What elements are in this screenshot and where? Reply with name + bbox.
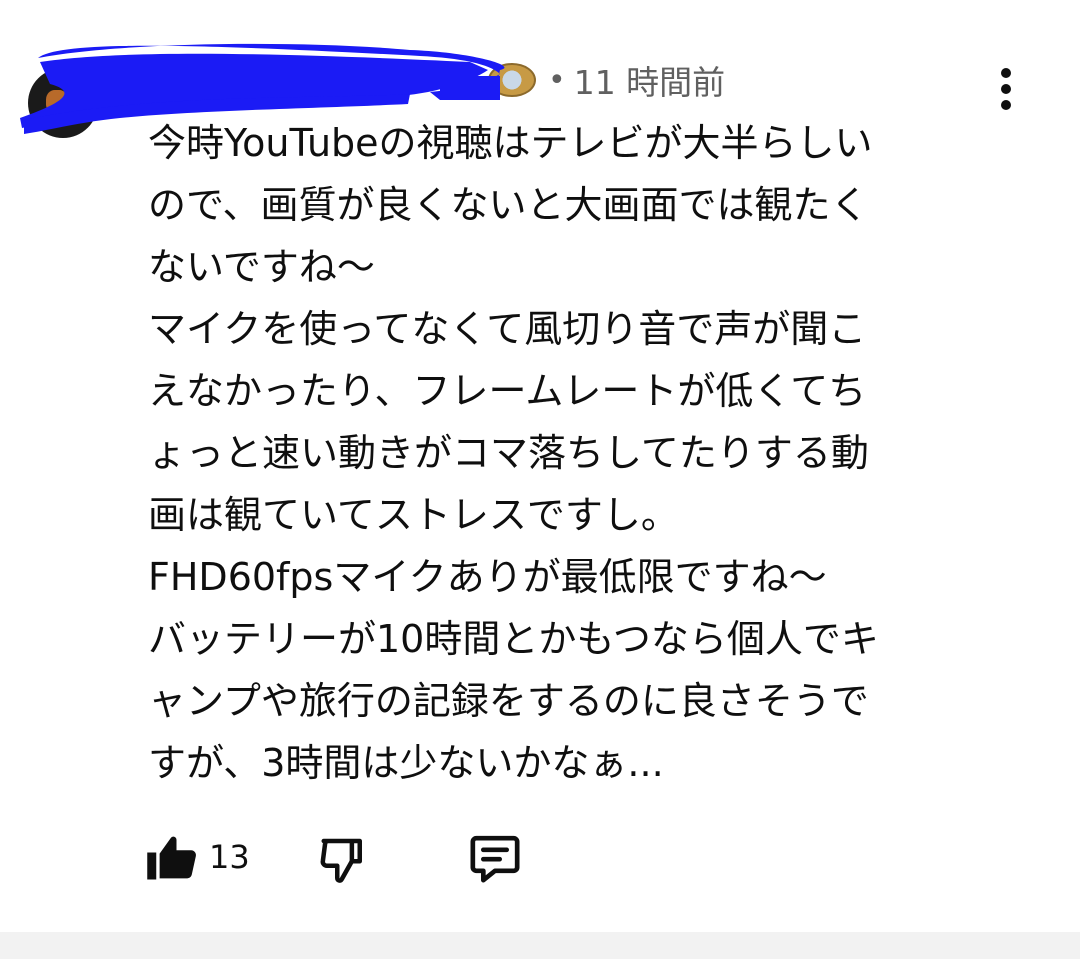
comment-line: えなかったり、フレームレートが低くてち [148, 369, 867, 413]
like-count: 13 [209, 838, 250, 876]
comment-line: マイクを使ってなくて風切り音で声が聞こ [148, 307, 867, 351]
comment-reply-icon[interactable] [467, 830, 523, 886]
menu-dot [1001, 100, 1011, 110]
section-divider [0, 932, 1080, 959]
thumbs-down-icon[interactable] [317, 832, 371, 886]
comment-line: 画は観ていてストレスですし。 [148, 493, 679, 537]
comment-actions: 13 [145, 828, 565, 888]
menu-dot [1001, 68, 1011, 78]
menu-dot [1001, 84, 1011, 94]
comment-card: @・・・・・・・・・ • 11 時間前 今時YouTubeの視聴はテレビが大半ら… [0, 0, 1080, 930]
comment-line: ないですね〜 [148, 245, 375, 289]
comment-line: 今時YouTubeの視聴はテレビが大半らしい [148, 121, 873, 165]
more-options-button[interactable] [986, 64, 1026, 114]
comment-line: FHD60fpsマイクありが最低限ですね〜 [148, 555, 827, 599]
comment-text: 今時YouTubeの視聴はテレビが大半らしい ので、画質が良くないと大画面では観… [148, 112, 978, 794]
comment-line: すが、3時間は少ないかなぁ... [148, 741, 664, 785]
comment-line: ャンプや旅行の記録をするのに良さそうで [148, 679, 869, 723]
comment-timestamp[interactable]: 11 時間前 [574, 56, 725, 104]
comment-line: ょっと速い動きがコマ落ちしてたりする動 [148, 431, 869, 475]
comment-line: ので、画質が良くないと大画面では観たく [148, 183, 869, 227]
comment-line: バッテリーが10時間とかもつなら個人でキ [148, 617, 879, 661]
thumbs-up-icon[interactable] [145, 830, 199, 884]
